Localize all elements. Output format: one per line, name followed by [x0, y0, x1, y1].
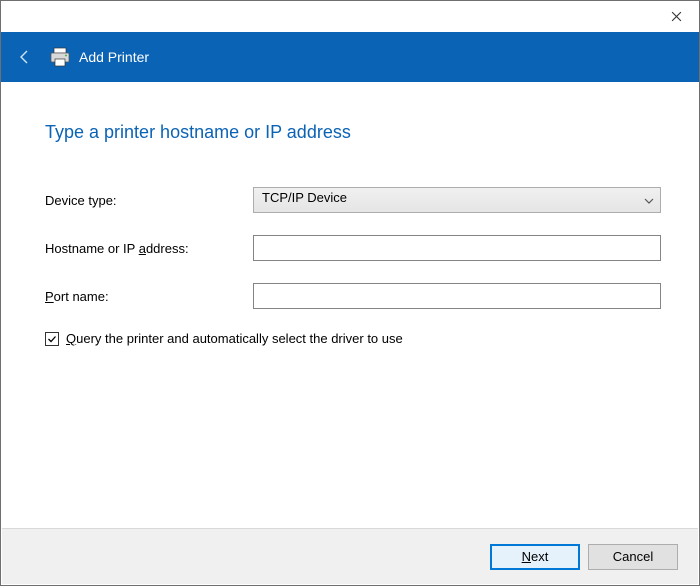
hostname-row: Hostname or IP address:	[45, 235, 661, 261]
port-name-label: Port name:	[45, 289, 253, 304]
add-printer-dialog: Add Printer Type a printer hostname or I…	[0, 0, 700, 586]
cancel-button[interactable]: Cancel	[588, 544, 678, 570]
wizard-footer: Next Cancel	[2, 528, 698, 584]
port-name-input[interactable]	[253, 283, 661, 309]
header-title: Add Printer	[79, 49, 149, 65]
device-type-select[interactable]: TCP/IP Device	[253, 187, 661, 213]
query-printer-checkbox[interactable]	[45, 332, 59, 346]
printer-icon	[49, 47, 71, 67]
wizard-content: Type a printer hostname or IP address De…	[1, 82, 699, 346]
wizard-header: Add Printer	[1, 32, 699, 82]
close-button[interactable]	[654, 1, 699, 32]
device-type-value: TCP/IP Device	[262, 190, 347, 205]
arrow-left-icon	[17, 49, 33, 65]
close-icon	[671, 11, 682, 22]
query-printer-label: Query the printer and automatically sele…	[66, 331, 403, 346]
page-heading: Type a printer hostname or IP address	[45, 122, 661, 143]
query-printer-row: Query the printer and automatically sele…	[45, 331, 661, 346]
hostname-label: Hostname or IP address:	[45, 241, 253, 256]
back-button[interactable]	[15, 49, 35, 65]
titlebar	[1, 1, 699, 32]
checkmark-icon	[47, 334, 57, 344]
device-type-row: Device type: TCP/IP Device	[45, 187, 661, 213]
device-type-label: Device type:	[45, 193, 253, 208]
hostname-input[interactable]	[253, 235, 661, 261]
port-name-row: Port name:	[45, 283, 661, 309]
next-button[interactable]: Next	[490, 544, 580, 570]
